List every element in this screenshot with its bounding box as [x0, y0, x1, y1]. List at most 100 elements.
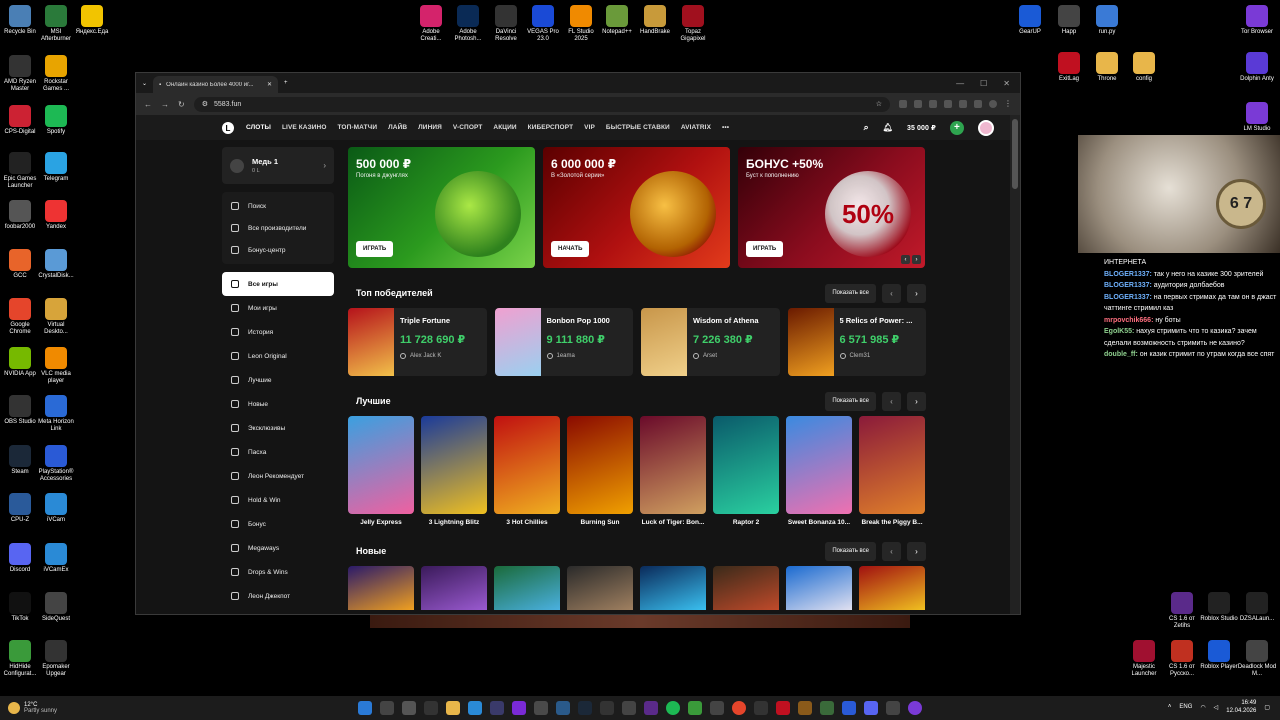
- banner-button[interactable]: ИГРАТЬ: [356, 241, 394, 257]
- promo-banner[interactable]: 500 000 ₽ Погоня в джунглях ИГРАТЬ: [348, 147, 535, 268]
- avatar[interactable]: [978, 119, 994, 136]
- bell-icon[interactable]: 🔔︎: [883, 123, 893, 132]
- game-tile[interactable]: 3 Hot Chillies: [494, 416, 560, 526]
- maximize-icon[interactable]: ☐: [980, 79, 987, 88]
- spotify-icon[interactable]: [666, 701, 680, 715]
- desktop-icon[interactable]: Virtual Deskto...: [36, 298, 76, 336]
- app-icon[interactable]: [534, 701, 548, 715]
- minimize-icon[interactable]: —: [956, 79, 964, 88]
- deposit-button[interactable]: +: [950, 120, 964, 135]
- app-icon[interactable]: [688, 701, 702, 715]
- sidebar-category-item[interactable]: Новые: [222, 392, 334, 416]
- search-icon[interactable]: ⌕: [864, 122, 869, 133]
- game-tile[interactable]: [567, 566, 633, 610]
- desktop-icon[interactable]: iVCamEx: [36, 543, 76, 574]
- game-tile[interactable]: [348, 566, 414, 610]
- game-tile[interactable]: Raptor 2: [713, 416, 779, 526]
- desktop-icon[interactable]: SideQuest: [36, 592, 76, 623]
- show-all-button[interactable]: Показать все: [825, 541, 876, 561]
- desktop-icon[interactable]: Rockstar Games ...: [36, 55, 76, 93]
- desktop-icon[interactable]: GCC: [0, 249, 40, 280]
- clock[interactable]: 16:49 12.04.2026: [1226, 699, 1256, 715]
- desktop-icon[interactable]: VLC media player: [36, 347, 76, 385]
- nav-item[interactable]: VIP: [584, 124, 595, 131]
- back-icon[interactable]: ←: [144, 100, 152, 109]
- winner-card[interactable]: Triple Fortune 11 728 690 ₽ Alex Jack K: [348, 308, 487, 376]
- language-indicator[interactable]: ENG: [1179, 704, 1192, 710]
- desktop-icon[interactable]: FL Studio 2025: [561, 5, 601, 43]
- search-icon[interactable]: [380, 701, 394, 715]
- forward-icon[interactable]: →: [161, 100, 169, 109]
- desktop-icon[interactable]: CPS-Digital: [0, 105, 40, 136]
- desktop-icon[interactable]: OBS Studio: [0, 395, 40, 426]
- volume-icon[interactable]: ◁: [1214, 704, 1219, 711]
- sidebar-category-item[interactable]: Эксклюзивы: [222, 416, 334, 440]
- site-logo[interactable]: L: [222, 122, 234, 134]
- desktop-icon[interactable]: HidHide Configurat...: [0, 640, 40, 678]
- steam-icon[interactable]: [578, 701, 592, 715]
- desktop-icon[interactable]: Яндекс.Еда: [72, 5, 112, 36]
- extension-icon[interactable]: [929, 100, 937, 108]
- tab-list-icon[interactable]: ⌄: [142, 80, 147, 87]
- sidebar-tool-item[interactable]: Все производители: [222, 217, 334, 239]
- new-tab-icon[interactable]: +: [284, 80, 288, 86]
- sidebar-category-item[interactable]: Книги: [222, 608, 334, 614]
- promo-banner[interactable]: 6 000 000 ₽ В «Золотой серии» НАЧАТЬ: [543, 147, 730, 268]
- nav-item[interactable]: AVIATRIX: [681, 124, 711, 131]
- profile-icon[interactable]: [989, 100, 997, 108]
- weather-widget[interactable]: 12°C Partly sunny: [0, 702, 57, 714]
- nav-item[interactable]: КИБЕРСПОРТ: [528, 124, 573, 131]
- scrollbar[interactable]: [1010, 115, 1020, 614]
- extension-icon[interactable]: [944, 100, 952, 108]
- desktop-icon[interactable]: run.py: [1087, 5, 1127, 36]
- scroll-thumb[interactable]: [1012, 119, 1018, 189]
- game-tile[interactable]: Sweet Bonanza 10...: [786, 416, 852, 526]
- desktop-icon[interactable]: Recycle Bin: [0, 5, 40, 36]
- desktop-icon[interactable]: Yandex: [36, 200, 76, 231]
- desktop-icon[interactable]: NVIDIA App: [0, 347, 40, 378]
- desktop-icon[interactable]: Notepad++: [597, 5, 637, 36]
- prev-arrow-icon[interactable]: ‹: [882, 391, 901, 411]
- sidebar-category-item[interactable]: Мои игры: [222, 296, 334, 320]
- desktop-icon[interactable]: GearUP: [1010, 5, 1050, 36]
- app-icon[interactable]: [776, 701, 790, 715]
- extension-icon[interactable]: [959, 100, 967, 108]
- desktop-icon[interactable]: Meta Horizon Link: [36, 395, 76, 433]
- nav-item[interactable]: БЫСТРЫЕ СТАВКИ: [606, 124, 670, 131]
- sidebar-category-item[interactable]: Леон Джекпот: [222, 584, 334, 608]
- show-all-button[interactable]: Показать все: [825, 391, 876, 411]
- desktop-icon[interactable]: Roblox Studio: [1199, 592, 1239, 623]
- nav-item[interactable]: ЛИНИЯ: [418, 124, 442, 131]
- file-explorer-icon[interactable]: [446, 701, 460, 715]
- nav-item[interactable]: •••: [722, 124, 729, 131]
- app-icon[interactable]: [710, 701, 724, 715]
- nav-item[interactable]: ЛАЙВ: [388, 124, 407, 131]
- task-view-icon[interactable]: [402, 701, 416, 715]
- app-icon[interactable]: [512, 701, 526, 715]
- prev-arrow-icon[interactable]: ‹: [882, 541, 901, 561]
- sidebar-category-item[interactable]: Бонус: [222, 512, 334, 536]
- extension-icon[interactable]: [974, 100, 982, 108]
- desktop-icon[interactable]: config: [1124, 52, 1164, 83]
- game-tile[interactable]: [494, 566, 560, 610]
- game-tile[interactable]: [640, 566, 706, 610]
- app-icon[interactable]: [798, 701, 812, 715]
- nav-item[interactable]: V-СПОРТ: [453, 124, 482, 131]
- reload-icon[interactable]: ↻: [178, 100, 185, 109]
- desktop-icon[interactable]: HandBrake: [635, 5, 675, 36]
- desktop-icon[interactable]: Topaz Gigapixel: [673, 5, 713, 43]
- url-field[interactable]: ⚙ 5583.fun ☆: [193, 96, 890, 112]
- app-icon[interactable]: [644, 701, 658, 715]
- sidebar-category-item[interactable]: Пасха: [222, 440, 334, 464]
- app-icon[interactable]: [468, 701, 482, 715]
- site-info-icon[interactable]: ⚙: [202, 100, 208, 108]
- game-tile[interactable]: Break the Piggy B...: [859, 416, 925, 526]
- desktop-icon[interactable]: Telegram: [36, 152, 76, 183]
- desktop-icon[interactable]: DaVinci Resolve: [486, 5, 526, 43]
- sidebar-category-item[interactable]: Drops & Wins: [222, 560, 334, 584]
- bookmark-star-icon[interactable]: ☆: [876, 100, 882, 108]
- desktop-icon[interactable]: Steam: [0, 445, 40, 476]
- sidebar-category-item[interactable]: Лучшие: [222, 368, 334, 392]
- app-icon[interactable]: [490, 701, 504, 715]
- winner-card[interactable]: 5 Relics of Power: ... 6 571 985 ₽ Clem31: [787, 308, 926, 376]
